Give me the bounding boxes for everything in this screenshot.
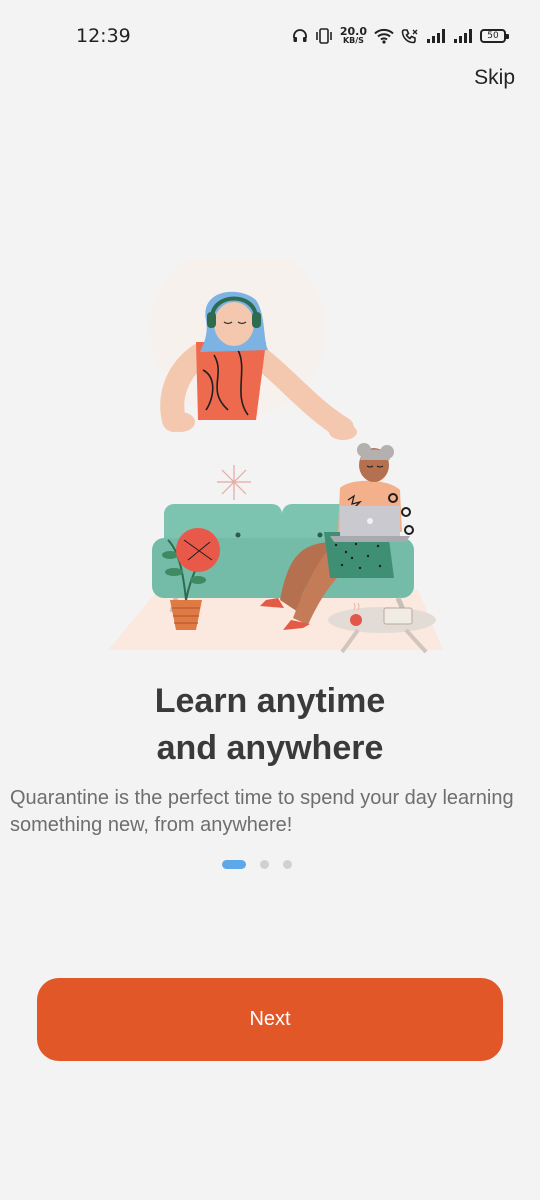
battery-level: 50 <box>487 31 499 41</box>
signal-icon <box>427 29 445 43</box>
net-speed: 20.0 KB/S <box>339 25 367 45</box>
page-dot-2[interactable] <box>260 860 269 869</box>
signal-icon <box>454 29 472 43</box>
wifi-icon <box>374 28 394 44</box>
net-speed-value: 20.0 <box>339 25 367 38</box>
onboarding-description: Quarantine is the perfect time to spend … <box>10 787 514 836</box>
title-line-2: and anywhere <box>156 729 384 767</box>
status-bar: 12:39 20.0 KB/S 50 <box>0 0 540 72</box>
page-dot-1[interactable] <box>222 860 246 869</box>
page-dot-3[interactable] <box>283 860 292 869</box>
title-line-1: Learn anytime <box>154 682 386 720</box>
next-button[interactable]: Next <box>37 978 503 1061</box>
net-speed-unit: KB/S <box>342 36 364 45</box>
vibrate-icon <box>316 28 332 44</box>
status-icons: 20.0 KB/S 50 <box>292 22 509 50</box>
battery-icon: 50 <box>480 29 509 43</box>
headphones-icon <box>292 29 307 42</box>
page-indicator <box>222 860 292 869</box>
call-icon <box>401 29 418 44</box>
onboarding-title: Learn anytime and anywhere <box>0 678 540 772</box>
status-time: 12:39 <box>76 25 131 47</box>
onboarding-illustration <box>108 260 443 654</box>
skip-button[interactable]: Skip <box>474 66 515 90</box>
